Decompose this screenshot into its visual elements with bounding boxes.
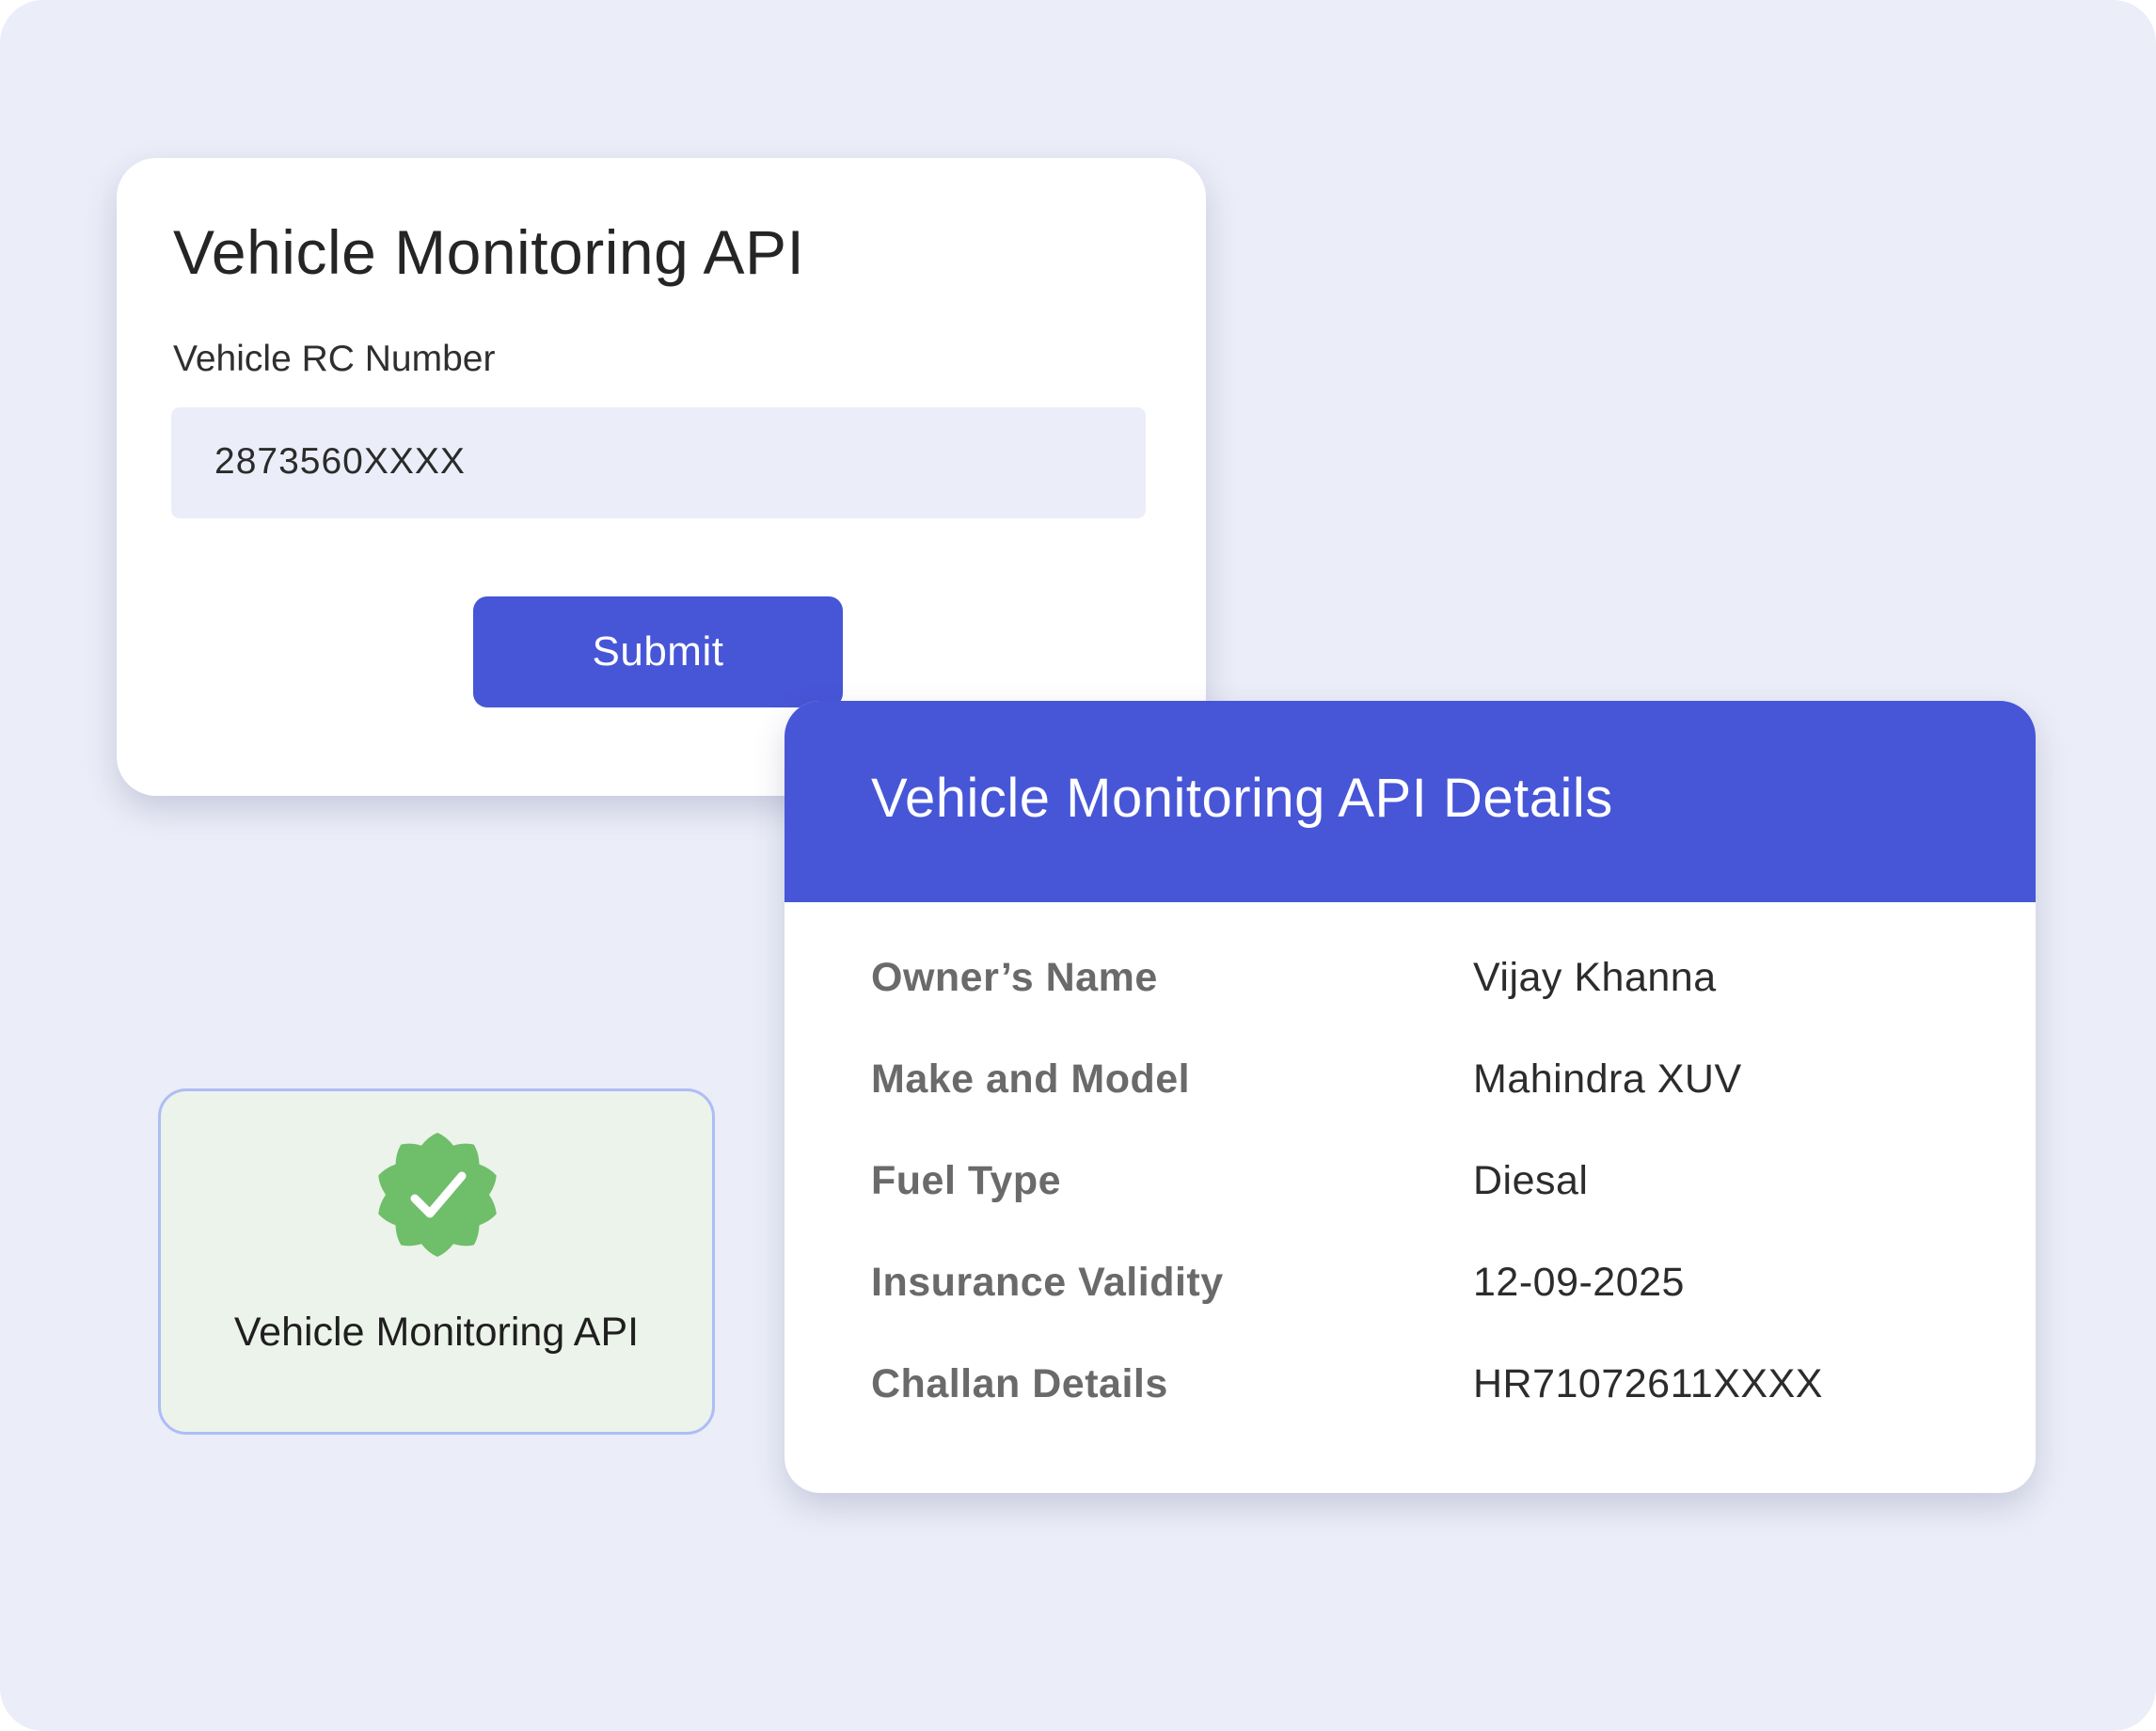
detail-label: Owner’s Name [871, 955, 1158, 1000]
detail-value: Diesal [1473, 1158, 1589, 1203]
detail-label: Insurance Validity [871, 1260, 1224, 1305]
verified-check-icon [378, 1133, 497, 1257]
detail-row-insurance-validity: Insurance Validity 12-09-2025 [785, 1260, 2036, 1316]
rc-number-value: 2873560XXXX [214, 441, 466, 482]
form-title: Vehicle Monitoring API [173, 217, 805, 287]
badge-label: Vehicle Monitoring API [233, 1310, 640, 1355]
details-title: Vehicle Monitoring API Details [871, 768, 1613, 829]
detail-row-owner-name: Owner’s Name Vijay Khanna [785, 955, 2036, 1011]
detail-label: Fuel Type [871, 1158, 1062, 1203]
detail-label: Make and Model [871, 1056, 1191, 1102]
vehicle-details-card: Vehicle Monitoring API Details Owner’s N… [785, 701, 2036, 1493]
detail-row-make-model: Make and Model Mahindra XUV [785, 1056, 2036, 1113]
detail-label: Challan Details [871, 1361, 1168, 1406]
detail-value: Mahindra XUV [1473, 1056, 1742, 1102]
background-canvas: Vehicle Monitoring API Vehicle RC Number… [0, 0, 2156, 1731]
submit-button[interactable]: Submit [473, 596, 843, 707]
rc-number-label: Vehicle RC Number [173, 339, 496, 379]
rc-number-input[interactable]: 2873560XXXX [171, 407, 1146, 518]
detail-value: 12-09-2025 [1473, 1260, 1685, 1305]
detail-row-challan-details: Challan Details HR71072611XXXX [785, 1361, 2036, 1418]
detail-row-fuel-type: Fuel Type Diesal [785, 1158, 2036, 1215]
detail-value: HR71072611XXXX [1473, 1361, 1823, 1406]
details-header: Vehicle Monitoring API Details [785, 701, 2036, 902]
api-badge-card: Vehicle Monitoring API [158, 1088, 715, 1435]
detail-value: Vijay Khanna [1473, 955, 1717, 1000]
